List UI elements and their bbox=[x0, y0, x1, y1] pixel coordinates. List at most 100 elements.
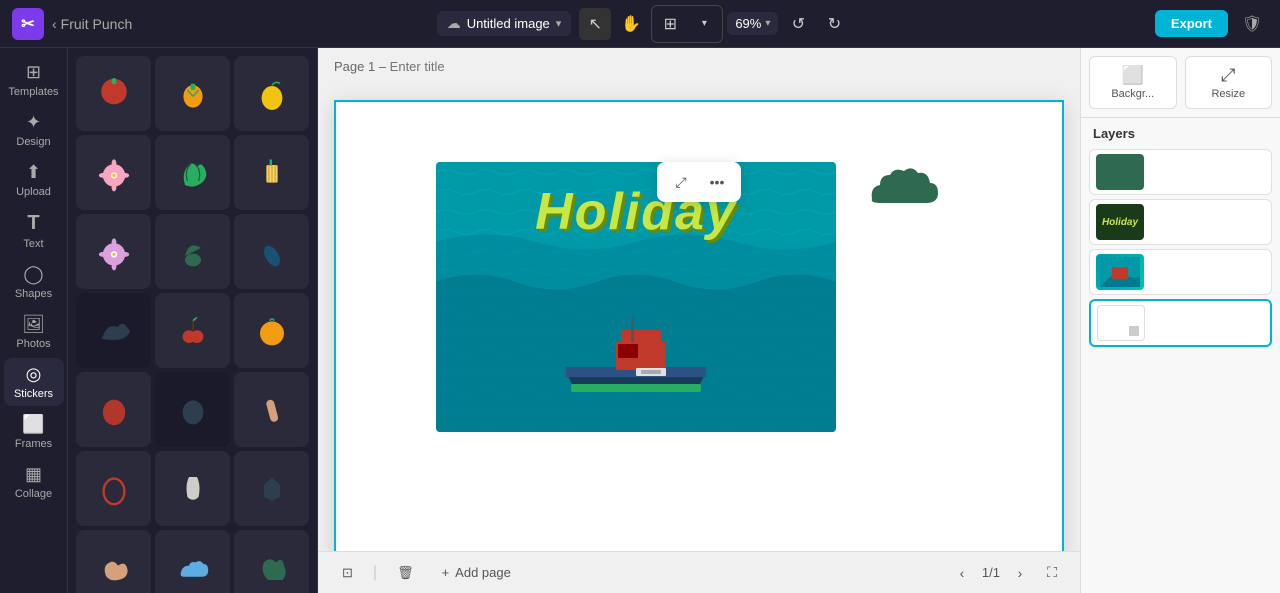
design-label: Design bbox=[16, 136, 50, 148]
list-item[interactable] bbox=[76, 56, 151, 131]
topbar-tools: ↖ ✋ ⊞ ▾ 69% ▾ ↺ ↻ bbox=[579, 5, 850, 43]
upload-icon: ⬆ bbox=[26, 162, 41, 183]
canvas-area: Page 1 – ⤢ ••• bbox=[318, 48, 1080, 593]
layout-chevron-button[interactable]: ▾ bbox=[688, 8, 720, 40]
list-item[interactable] bbox=[155, 214, 230, 289]
resize-label: Resize bbox=[1211, 88, 1245, 100]
sidebar-item-design[interactable]: ✦ Design bbox=[4, 106, 64, 154]
prev-page-button[interactable]: ‹ bbox=[950, 561, 974, 585]
sticker-grid bbox=[76, 56, 309, 593]
list-item[interactable] bbox=[234, 135, 309, 210]
back-button[interactable]: ‹ Fruit Punch bbox=[52, 16, 132, 32]
shapes-label: Shapes bbox=[15, 288, 52, 300]
list-item[interactable] bbox=[234, 293, 309, 368]
list-item[interactable] bbox=[234, 56, 309, 131]
redo-button[interactable]: ↻ bbox=[818, 8, 850, 40]
list-item[interactable] bbox=[155, 293, 230, 368]
list-item[interactable] bbox=[155, 530, 230, 593]
frames-icon: ⬜ bbox=[22, 414, 44, 435]
list-item[interactable] bbox=[234, 530, 309, 593]
layer-thumbnail-photo bbox=[1096, 254, 1144, 290]
page-navigation: ‹ 1/1 › ⛶ bbox=[950, 561, 1064, 585]
doc-title-area[interactable]: ☁ Untitled image ▾ bbox=[437, 11, 572, 36]
main-layout: ⊞ Templates ✦ Design ⬆ Upload T Text ◯ S… bbox=[0, 48, 1280, 593]
right-panel: ⬜ Backgr... ⤢ Resize Layers bbox=[1080, 48, 1280, 593]
hand-tool-button[interactable]: ✋ bbox=[615, 8, 647, 40]
sidebar-item-shapes[interactable]: ◯ Shapes bbox=[4, 258, 64, 306]
sidebar-nav: ⊞ Templates ✦ Design ⬆ Upload T Text ◯ S… bbox=[0, 48, 68, 593]
templates-label: Templates bbox=[8, 86, 58, 98]
layer-thumbnail-holiday: Holiday bbox=[1096, 204, 1144, 240]
page-number: 1/1 bbox=[982, 565, 1000, 580]
list-item[interactable] bbox=[155, 135, 230, 210]
background-button[interactable]: ⬜ Backgr... bbox=[1089, 56, 1177, 109]
layout-tool-group: ⊞ ▾ bbox=[651, 5, 723, 43]
list-item[interactable] bbox=[234, 451, 309, 526]
resize-button[interactable]: ⤢ Resize bbox=[1185, 56, 1273, 109]
canvas-frame: ⤢ ••• bbox=[334, 100, 1064, 551]
list-item[interactable] bbox=[76, 293, 151, 368]
delete-page-button[interactable]: 🗑 bbox=[389, 561, 422, 585]
canvas-floating-toolbar: ⤢ ••• bbox=[657, 162, 741, 202]
text-label: Text bbox=[23, 238, 43, 250]
next-page-button[interactable]: › bbox=[1008, 561, 1032, 585]
list-item[interactable] bbox=[76, 214, 151, 289]
expand-button[interactable]: ⤢ bbox=[665, 166, 697, 198]
sidebar-item-text[interactable]: T Text bbox=[4, 206, 64, 256]
topbar: ✂ ‹ Fruit Punch ☁ Untitled image ▾ ↖ ✋ ⊞… bbox=[0, 0, 1280, 48]
zoom-value: 69% bbox=[735, 16, 761, 31]
sticker-panel bbox=[68, 48, 318, 593]
list-item[interactable] bbox=[234, 372, 309, 447]
sidebar-item-photos[interactable]: 🖼 Photos bbox=[4, 308, 64, 356]
sidebar-item-collage[interactable]: ▦ Collage bbox=[4, 458, 64, 506]
layer-item-holiday[interactable]: Holiday bbox=[1089, 199, 1272, 245]
duplicate-page-button[interactable]: ⊡ bbox=[334, 561, 361, 585]
layer-item-photo[interactable] bbox=[1089, 249, 1272, 295]
export-button[interactable]: Export bbox=[1155, 10, 1228, 37]
sidebar-item-templates[interactable]: ⊞ Templates bbox=[4, 56, 64, 104]
canvas-scroll[interactable]: ⤢ ••• bbox=[318, 84, 1080, 551]
list-item[interactable] bbox=[155, 451, 230, 526]
list-item[interactable] bbox=[76, 135, 151, 210]
add-page-button[interactable]: + Add page bbox=[434, 561, 519, 584]
sidebar-item-frames[interactable]: ⬜ Frames bbox=[4, 408, 64, 456]
stickers-label: Stickers bbox=[14, 388, 53, 400]
list-item[interactable] bbox=[76, 530, 151, 593]
list-item[interactable] bbox=[234, 214, 309, 289]
back-arrow: ‹ bbox=[52, 16, 57, 32]
doc-icon: ☁ bbox=[447, 15, 461, 32]
more-options-button[interactable]: ••• bbox=[701, 166, 733, 198]
select-tool-button[interactable]: ↖ bbox=[579, 8, 611, 40]
panel-buttons-row: ⬜ Backgr... ⤢ Resize bbox=[1089, 56, 1272, 109]
shapes-icon: ◯ bbox=[23, 264, 43, 285]
list-item[interactable] bbox=[76, 372, 151, 447]
add-page-icon: + bbox=[442, 565, 450, 580]
add-page-label: Add page bbox=[455, 565, 511, 580]
sidebar-item-upload[interactable]: ⬆ Upload bbox=[4, 156, 64, 204]
sidebar-item-stickers[interactable]: ◎ Stickers bbox=[4, 358, 64, 406]
cloud-sticker-element[interactable] bbox=[862, 157, 942, 225]
right-panel-actions: ⬜ Backgr... ⤢ Resize bbox=[1081, 48, 1280, 118]
fit-page-button[interactable]: ⛶ bbox=[1040, 561, 1064, 585]
layer-item-cloud[interactable] bbox=[1089, 149, 1272, 195]
bottom-bar: ⊡ | 🗑 + Add page ‹ 1/1 › ⛶ bbox=[318, 551, 1080, 593]
list-item[interactable] bbox=[155, 372, 230, 447]
page-title-input[interactable] bbox=[390, 59, 566, 74]
upload-label: Upload bbox=[16, 186, 51, 198]
delete-icon: 🗑 bbox=[397, 565, 414, 581]
list-item[interactable] bbox=[76, 451, 151, 526]
layer-item-empty[interactable] bbox=[1089, 299, 1272, 347]
stickers-icon: ◎ bbox=[26, 364, 42, 385]
zoom-chevron: ▾ bbox=[765, 18, 770, 29]
doc-chevron: ▾ bbox=[556, 17, 562, 30]
list-item[interactable] bbox=[155, 56, 230, 131]
layer-thumbnail-cloud bbox=[1096, 154, 1144, 190]
zoom-control[interactable]: 69% ▾ bbox=[727, 12, 778, 35]
shield-button[interactable]: 🛡 bbox=[1236, 8, 1268, 40]
layout-tool-button[interactable]: ⊞ bbox=[654, 8, 686, 40]
canvas-image[interactable]: Holiday bbox=[436, 162, 836, 432]
topbar-center: ☁ Untitled image ▾ ↖ ✋ ⊞ ▾ 69% ▾ ↺ ↻ bbox=[140, 5, 1147, 43]
undo-button[interactable]: ↺ bbox=[782, 8, 814, 40]
design-icon: ✦ bbox=[26, 112, 41, 133]
page-label: Page 1 – bbox=[334, 59, 386, 74]
